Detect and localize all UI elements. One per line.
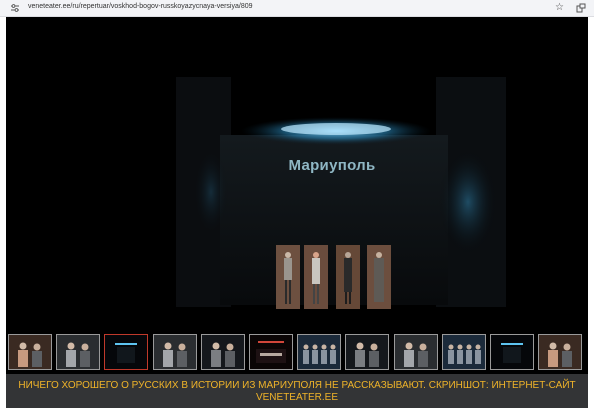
thumb-12[interactable]: [538, 334, 583, 370]
thumb-6[interactable]: [249, 334, 293, 370]
thumb-3[interactable]: [104, 334, 149, 370]
thumbnail-image: [394, 335, 437, 369]
thumb-9[interactable]: [393, 334, 438, 370]
page-info-icon[interactable]: [10, 3, 20, 13]
thumb-11[interactable]: [490, 334, 534, 370]
thumbnail-image: [9, 335, 51, 369]
url-field[interactable]: veneteater.ee/ru/repertuar/voskhod-bogov…: [28, 3, 253, 10]
bookmark-star-icon[interactable]: ☆: [555, 1, 564, 15]
stage-photo-image: [6, 17, 588, 331]
thumbnail-strip: [6, 333, 588, 373]
thumb-10[interactable]: [441, 334, 486, 370]
thumbnail-image: [298, 335, 341, 369]
thumbnail-image: [153, 335, 196, 369]
stage-screen-text: Мариуполь: [288, 157, 376, 174]
photo-gallery: Мариуполь: [6, 17, 588, 374]
thumbnail-image: [105, 335, 148, 369]
thumbnail-image: [346, 335, 389, 369]
thumb-2[interactable]: [56, 334, 101, 370]
thumb-4[interactable]: [152, 334, 197, 370]
thumbnail-image: [491, 335, 533, 369]
thumbnail-image: [250, 335, 292, 369]
photo-caption: НИЧЕГО ХОРОШЕГО О РУССКИХ В ИСТОРИИ ИЗ М…: [18, 380, 576, 403]
thumb-5[interactable]: [200, 334, 245, 370]
thumbnail-image: [442, 335, 485, 369]
main-photo[interactable]: Мариуполь: [6, 17, 588, 331]
caption-bar: НИЧЕГО ХОРОШЕГО О РУССКИХ В ИСТОРИИ ИЗ М…: [6, 374, 588, 408]
extensions-icon[interactable]: [576, 3, 586, 13]
browser-address-bar: veneteater.ee/ru/repertuar/voskhod-bogov…: [0, 0, 594, 17]
thumbnail-image: [539, 335, 582, 369]
thumb-7[interactable]: [297, 334, 342, 370]
thumb-1[interactable]: [8, 334, 52, 370]
thumb-8[interactable]: [345, 334, 390, 370]
thumbnail-image: [201, 335, 244, 369]
thumbnail-image: [57, 335, 100, 369]
